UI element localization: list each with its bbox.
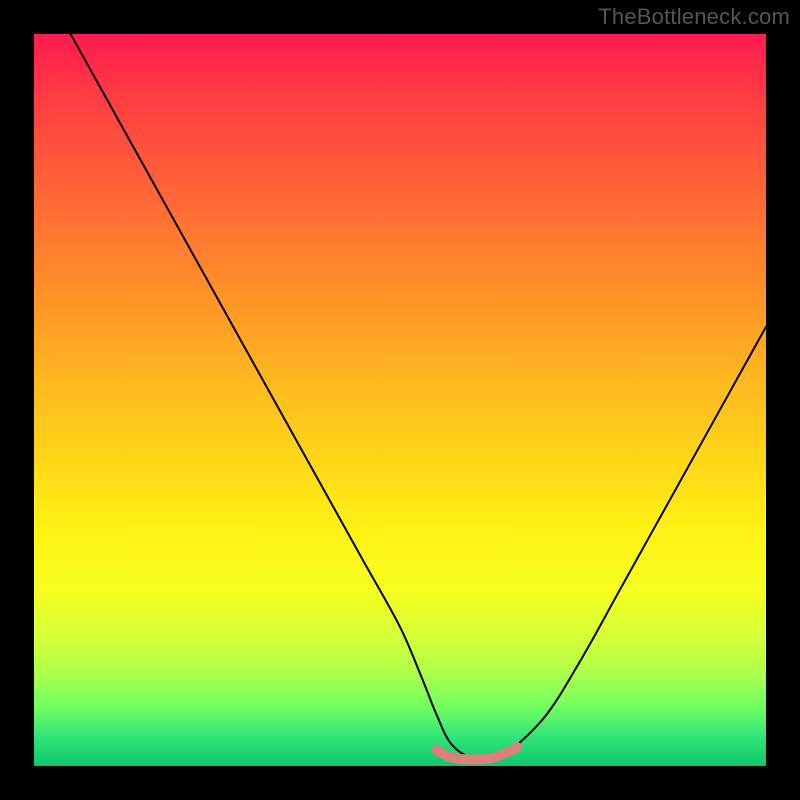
optimal-band [437, 747, 518, 759]
watermark-text: TheBottleneck.com [598, 4, 790, 30]
chart-svg [34, 34, 766, 766]
plot-area [34, 34, 766, 766]
bottleneck-curve [71, 34, 766, 760]
chart-container: TheBottleneck.com [0, 0, 800, 800]
